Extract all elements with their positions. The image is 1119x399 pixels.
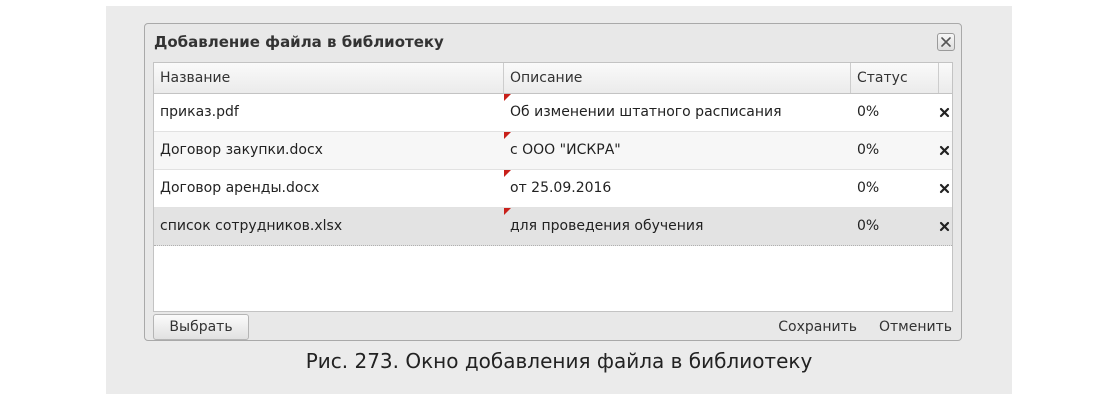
choose-file-button[interactable]: Выбрать <box>153 314 249 340</box>
save-button[interactable]: Сохранить <box>778 314 857 340</box>
files-table: Название Описание Статус приказ.pdf Об и… <box>153 62 953 312</box>
file-name-cell: приказ.pdf <box>160 104 239 120</box>
figure-caption: Рис. 273. Окно добавления файла в библио… <box>305 349 813 373</box>
delete-row-icon[interactable] <box>939 221 950 232</box>
file-name-cell: Договор аренды.docx <box>160 180 320 196</box>
table-header: Название Описание Статус <box>154 63 952 94</box>
description-cell[interactable]: Об изменении штатного расписания <box>504 94 851 131</box>
description-cell[interactable]: с ООО "ИСКРА" <box>504 132 851 169</box>
description-cell[interactable]: от 25.09.2016 <box>504 170 851 207</box>
status-cell: 0% <box>857 180 880 196</box>
delete-row-icon[interactable] <box>939 145 950 156</box>
column-header-actions <box>939 63 952 93</box>
status-cell: 0% <box>857 218 880 234</box>
table-row[interactable]: Договор закупки.docx с ООО "ИСКРА" 0% <box>154 132 952 170</box>
delete-row-icon[interactable] <box>939 183 950 194</box>
dialog-titlebar: Добавление файла в библиотеку <box>145 24 961 62</box>
table-row[interactable]: список сотрудников.xlsx для проведения о… <box>154 208 952 246</box>
dialog-title: Добавление файла в библиотеку <box>154 33 444 51</box>
delete-row-icon[interactable] <box>939 107 950 118</box>
table-row[interactable]: Договор аренды.docx от 25.09.2016 0% <box>154 170 952 208</box>
cancel-button[interactable]: Отменить <box>879 314 952 340</box>
add-file-dialog: Добавление файла в библиотеку Название О… <box>144 23 962 341</box>
column-header-name[interactable]: Название <box>154 63 504 93</box>
file-name-cell: Договор закупки.docx <box>160 142 323 158</box>
status-cell: 0% <box>857 104 880 120</box>
description-cell[interactable]: для проведения обучения <box>504 208 851 245</box>
status-cell: 0% <box>857 142 880 158</box>
dialog-footer: Выбрать Сохранить Отменить <box>153 313 953 340</box>
close-icon <box>941 37 951 47</box>
file-name-cell: список сотрудников.xlsx <box>160 218 343 234</box>
close-button[interactable] <box>937 33 955 51</box>
column-header-status[interactable]: Статус <box>851 63 939 93</box>
table-row[interactable]: приказ.pdf Об изменении штатного расписа… <box>154 94 952 132</box>
column-header-description[interactable]: Описание <box>504 63 851 93</box>
